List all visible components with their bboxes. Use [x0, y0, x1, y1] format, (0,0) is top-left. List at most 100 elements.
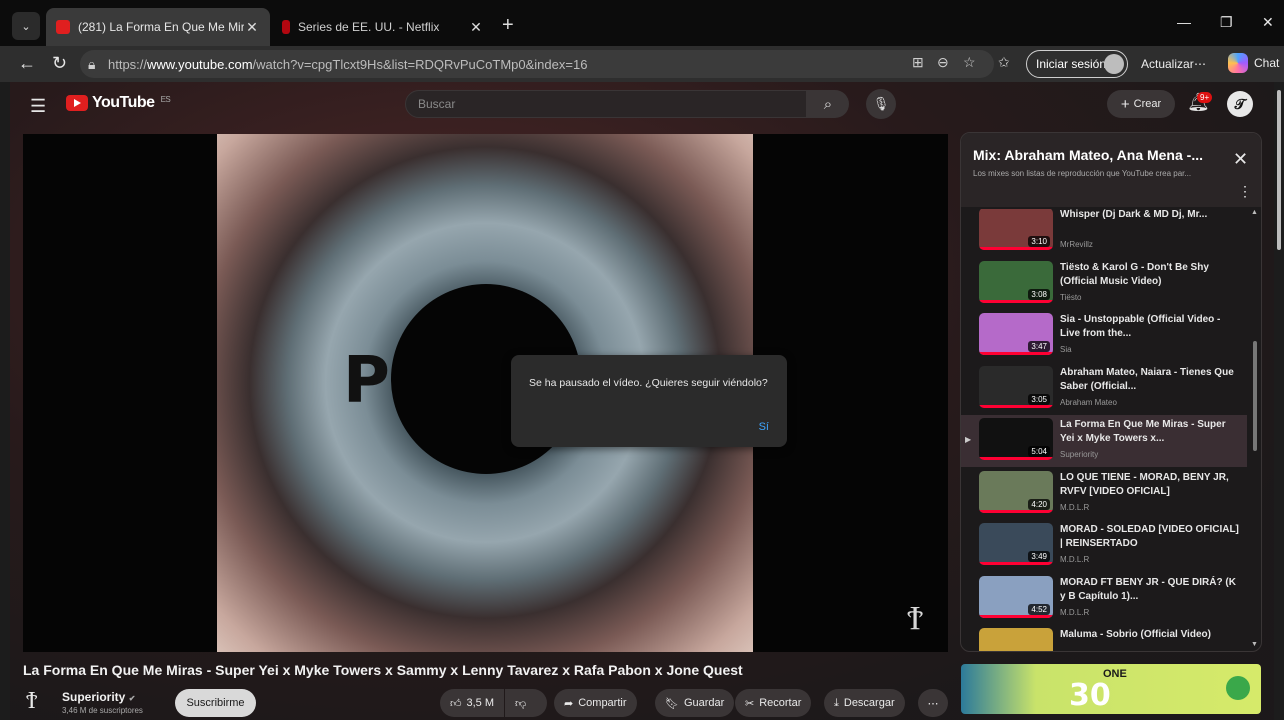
download-icon: ⤓: [834, 696, 839, 709]
playlist-item[interactable]: 4:52 MORAD FT BENY JR - QUE DIRÁ? (K y B …: [961, 573, 1247, 625]
playlist-item[interactable]: 4:20 LO QUE TIENE - MORAD, BENY JR, RVFV …: [961, 468, 1247, 520]
share-button[interactable]: ➦ Compartir: [554, 689, 637, 717]
playlist-title[interactable]: Mix: Abraham Mateo, Ana Mena -...: [973, 147, 1203, 163]
signin-label: Iniciar sesión: [1036, 57, 1107, 71]
more-actions-button[interactable]: ⋯: [918, 689, 948, 717]
update-button[interactable]: Actualizar: [1141, 57, 1194, 71]
favorites-icon[interactable]: ✩: [998, 54, 1010, 71]
youtube-favicon-icon: [56, 20, 70, 34]
playlist-scrollbar[interactable]: ▲ ▼: [1249, 209, 1261, 651]
video-thumbnail[interactable]: 3:10: [979, 209, 1053, 250]
app-available-icon[interactable]: ⊞: [912, 54, 924, 71]
create-label: Crear: [1133, 98, 1162, 110]
subscriber-count: 3,46 M de suscriptores: [62, 706, 143, 715]
playlist-item[interactable]: 3:08 Tiësto & Karol G - Don't Be Shy (Off…: [961, 258, 1247, 310]
watched-progress-bar: [979, 614, 1053, 618]
avatar[interactable]: 𝒯: [1227, 91, 1253, 117]
youtube-page: ☰ YouTube ES Buscar ⌕ 🎙︎ + Crear 🔔︎ 9+ 𝒯…: [10, 82, 1274, 720]
video-item-channel: Superiority: [1060, 450, 1099, 459]
video-duration: 3:49: [1028, 551, 1050, 562]
video-player[interactable]: P Ϯ Se ha pausado el vídeo. ¿Quieres seg…: [23, 134, 948, 652]
more-vert-icon[interactable]: ⋮: [1238, 183, 1252, 200]
video-thumbnail[interactable]: 3:05: [979, 365, 1053, 408]
video-item-channel: M.D.L.R: [1060, 502, 1090, 512]
reload-icon[interactable]: ↻: [52, 53, 67, 74]
channel-watermark-icon[interactable]: Ϯ: [907, 598, 923, 638]
paused-dialog: Se ha pausado el vídeo. ¿Quieres seguir …: [511, 355, 787, 447]
tab-netflix[interactable]: Series de EE. UU. - Netflix ✕: [272, 8, 494, 46]
profile-avatar: [1104, 54, 1124, 74]
lock-icon[interactable]: 🔒︎: [88, 56, 95, 73]
browser-tab-bar: ⌄ (281) La Forma En Que Me Miras ✕ Serie…: [0, 0, 1284, 46]
video-item-title: Whisper (Dj Dark & MD Dj, Mr...: [1060, 209, 1208, 220]
video-duration: 3:10: [1028, 236, 1050, 247]
video-thumbnail[interactable]: 3:47: [979, 313, 1053, 355]
scroll-thumb[interactable]: [1253, 341, 1257, 451]
address-bar[interactable]: 🔒︎ https://www.youtube.com/watch?v=cpgTl…: [80, 50, 994, 78]
playlist-item[interactable]: 3:10 Whisper (Dj Dark & MD Dj, Mr... MrRev…: [961, 209, 1247, 257]
save-button[interactable]: 🔖︎ Guardar: [655, 689, 735, 717]
close-window-icon[interactable]: ✕: [1262, 14, 1274, 31]
confirm-button[interactable]: Sí: [759, 421, 769, 433]
channel-name[interactable]: Superiority ✔: [62, 690, 135, 704]
like-count: 3,5 M: [466, 697, 495, 709]
like-button[interactable]: 👍︎ 3,5 M: [440, 689, 504, 717]
video-thumbnail[interactable]: 3:49: [979, 523, 1053, 565]
back-icon[interactable]: ←: [18, 53, 36, 74]
playlist-item[interactable]: 3:56 Maluma - Sobrio (Official Video): [961, 625, 1247, 651]
minimize-icon[interactable]: —: [1177, 14, 1191, 30]
search-input[interactable]: Buscar: [405, 90, 807, 118]
video-item-title: La Forma En Que Me Miras - Super Yei x M…: [1060, 419, 1226, 444]
video-thumbnail[interactable]: 3:56: [979, 628, 1053, 651]
playlist-item[interactable]: 3:05 Abraham Mateo, Naiara - Tienes Que S…: [961, 363, 1247, 415]
new-tab-icon[interactable]: +: [502, 14, 514, 37]
video-thumbnail[interactable]: 3:08: [979, 260, 1053, 303]
video-item-channel: Tiësto: [1060, 292, 1082, 302]
youtube-logo[interactable]: YouTube ES: [66, 94, 171, 112]
url-path: /watch?v=cpgTlcxt9Hs&list=RDQRvPuCoTMp0&…: [252, 56, 588, 72]
scroll-up-icon[interactable]: ▲: [1251, 209, 1258, 216]
clip-label: Recortar: [759, 697, 802, 709]
create-button[interactable]: + Crear: [1107, 90, 1175, 118]
download-button[interactable]: ⤓ Descargar: [824, 689, 905, 717]
video-thumbnail[interactable]: 4:52: [979, 575, 1053, 618]
copilot-chat-button[interactable]: Chat: [1228, 53, 1279, 73]
menu-icon[interactable]: ☰: [30, 96, 46, 117]
tab-list-button[interactable]: ⌄: [12, 12, 40, 40]
restore-icon[interactable]: ❐: [1220, 14, 1233, 31]
channel-avatar[interactable]: Ϯ: [26, 686, 56, 716]
close-icon[interactable]: ✕: [1233, 149, 1248, 170]
playlist-item[interactable]: ▶ 5:04 La Forma En Que Me Miras - Super Ye…: [961, 415, 1247, 467]
search-button[interactable]: ⌕: [807, 90, 849, 118]
close-tab-icon[interactable]: ✕: [244, 19, 260, 36]
download-label: Descargar: [843, 697, 895, 709]
playlist-subtitle: Los mixes son listas de reproducción que…: [973, 169, 1192, 178]
tab-youtube[interactable]: (281) La Forma En Que Me Miras ✕: [46, 8, 270, 46]
page-scrollbar[interactable]: [1274, 82, 1284, 720]
share-label: Compartir: [578, 697, 627, 709]
favorite-star-icon[interactable]: ☆: [963, 54, 976, 71]
playlist-item[interactable]: 3:49 MORAD - SOLEDAD [VIDEO OFICIAL] | RE…: [961, 520, 1247, 572]
ad-banner[interactable]: ONE 30: [961, 664, 1261, 714]
video-item-title: LO QUE TIENE - MORAD, BENY JR, RVFV [VID…: [1060, 471, 1229, 497]
zoom-icon[interactable]: ⊖: [937, 54, 949, 71]
subscribe-button[interactable]: Suscribirme: [175, 689, 256, 717]
more-icon[interactable]: ⋯: [1194, 57, 1206, 71]
url-prefix: https://: [108, 56, 148, 72]
channel-name-text: Superiority: [62, 690, 126, 704]
page-scroll-thumb[interactable]: [1277, 90, 1281, 250]
video-duration: 3:05: [1028, 393, 1050, 405]
video-item-title: Maluma - Sobrio (Official Video): [1060, 629, 1211, 640]
scroll-down-icon[interactable]: ▼: [1251, 641, 1258, 648]
url-domain: www.youtube.com: [147, 56, 253, 72]
dislike-button[interactable]: 👎︎: [505, 689, 547, 717]
playlist-item[interactable]: 3:47 Sia - Unstoppable (Official Video - …: [961, 310, 1247, 362]
close-tab-icon[interactable]: ✕: [468, 19, 484, 36]
video-thumbnail[interactable]: 4:20: [979, 470, 1053, 513]
clip-button[interactable]: ✂ Recortar: [735, 689, 812, 717]
playlist-panel: Mix: Abraham Mateo, Ana Mena -... Los mi…: [960, 132, 1262, 652]
logo-text: YouTube: [92, 94, 155, 111]
video-thumbnail[interactable]: 5:04: [979, 418, 1053, 460]
signin-button[interactable]: Iniciar sesión: [1026, 50, 1128, 78]
voice-search-button[interactable]: 🎙︎: [866, 89, 896, 119]
